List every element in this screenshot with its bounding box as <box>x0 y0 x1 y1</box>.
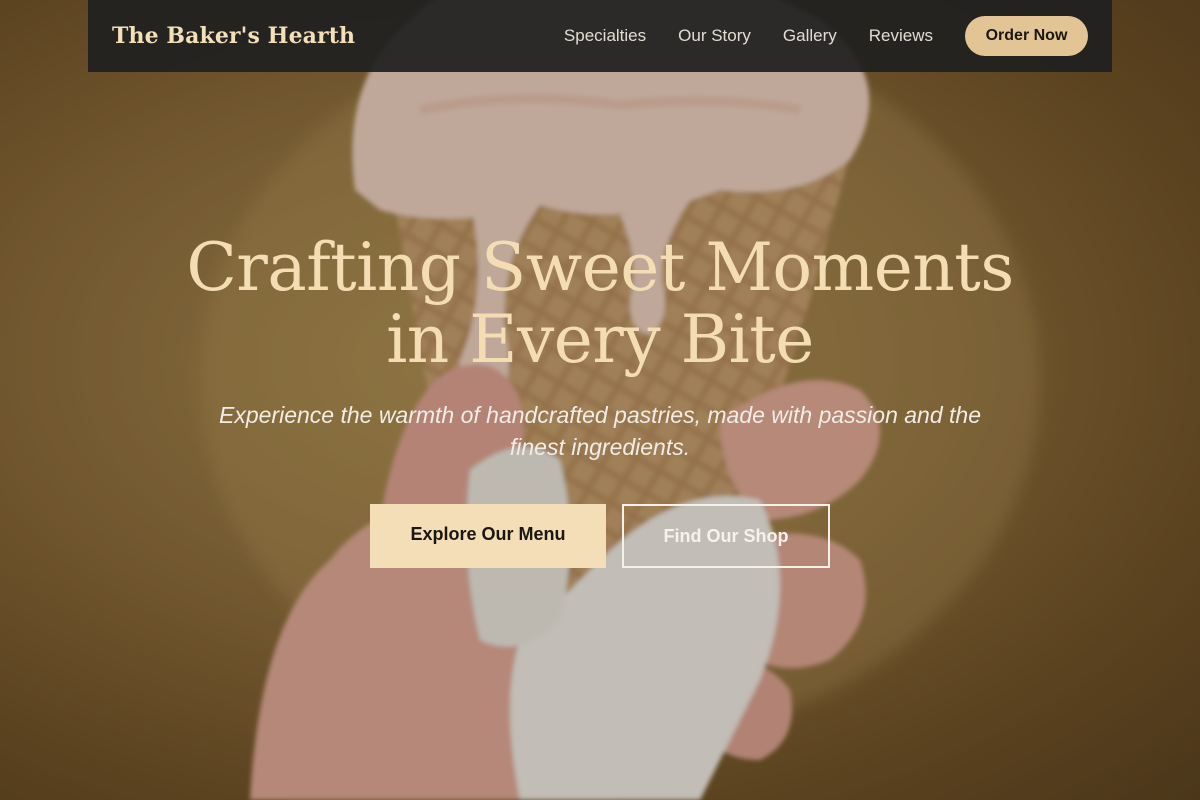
order-now-button[interactable]: Order Now <box>965 16 1088 56</box>
nav-links: Specialties Our Story Gallery Reviews <box>564 26 933 46</box>
nav-link-our-story[interactable]: Our Story <box>678 26 751 46</box>
find-shop-button[interactable]: Find Our Shop <box>622 504 830 568</box>
nav-right: Specialties Our Story Gallery Reviews Or… <box>564 16 1088 56</box>
nav-link-gallery[interactable]: Gallery <box>783 26 837 46</box>
nav-link-reviews[interactable]: Reviews <box>869 26 933 46</box>
nav-link-specialties[interactable]: Specialties <box>564 26 646 46</box>
hero-title: Crafting Sweet Moments in Every Bite <box>100 232 1100 376</box>
hero-title-line-1: Crafting Sweet Moments <box>186 229 1014 306</box>
hero-subtitle: Experience the warmth of handcrafted pas… <box>219 402 981 460</box>
hero-title-line-2: in Every Bite <box>386 301 814 378</box>
top-navbar: The Baker's Hearth Specialties Our Story… <box>88 0 1112 72</box>
explore-menu-button[interactable]: Explore Our Menu <box>370 504 606 568</box>
brand-logo[interactable]: The Baker's Hearth <box>112 23 355 49</box>
